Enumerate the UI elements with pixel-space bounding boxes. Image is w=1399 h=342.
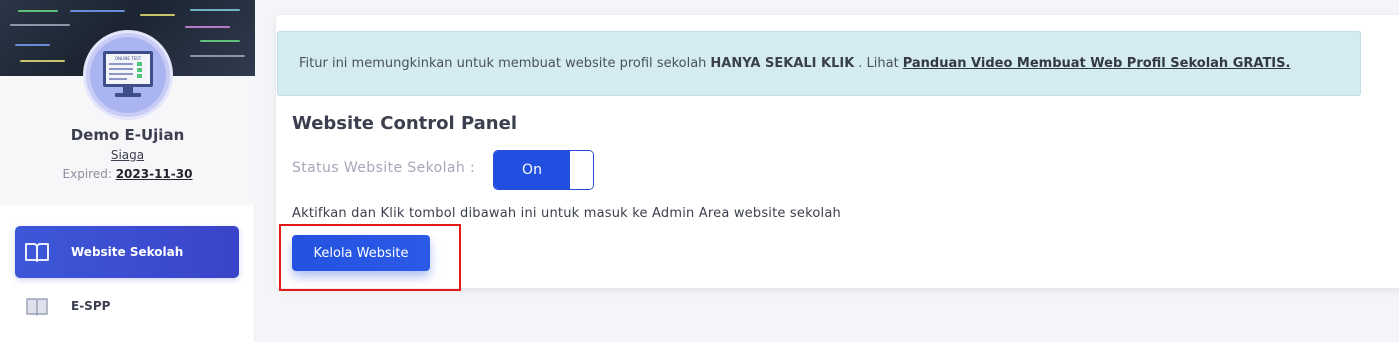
toggle-on-label: On [494, 151, 570, 189]
sidebar-item-label: E-SPP [71, 299, 111, 313]
toggle-knob [570, 151, 593, 189]
status-label: Status Website Sekolah : [292, 160, 476, 176]
avatar-caption: ONLINE TEST [115, 56, 142, 61]
alert-text: Fitur ini memungkinkan untuk membuat web… [299, 56, 707, 71]
sidebar: ONLINE TEST Demo E-Ujian Siaga Expired: … [0, 0, 255, 342]
website-status-toggle[interactable]: On [493, 150, 594, 190]
profile-plan-link[interactable]: Siaga [0, 148, 255, 162]
expired-date[interactable]: 2023-11-30 [116, 167, 193, 181]
book-icon [26, 298, 48, 316]
sidebar-item-label: Website Sekolah [71, 245, 184, 259]
highlight-box [279, 224, 461, 291]
info-text: Aktifkan dan Klik tombol dibawah ini unt… [292, 206, 841, 221]
profile-area: ONLINE TEST Demo E-Ujian Siaga Expired: … [0, 0, 255, 205]
profile-expired: Expired: 2023-11-30 [0, 167, 255, 181]
expired-label: Expired: [62, 167, 112, 181]
sidebar-item-website-sekolah[interactable]: Website Sekolah [15, 226, 239, 278]
page-title: Website Control Panel [292, 113, 517, 134]
alert-bold-text: HANYA SEKALI KLIK [710, 56, 855, 71]
profile-name: Demo E-Ujian [70, 126, 185, 144]
avatar: ONLINE TEST [83, 30, 173, 120]
alert-text-after: . Lihat [858, 56, 899, 71]
info-alert: Fitur ini memungkinkan untuk membuat web… [277, 31, 1361, 96]
video-guide-link[interactable]: Panduan Video Membuat Web Profil Sekolah… [903, 56, 1291, 71]
book-open-icon [25, 243, 49, 262]
computer-test-icon: ONLINE TEST [103, 51, 153, 97]
sidebar-item-e-spp[interactable]: E-SPP [15, 280, 239, 332]
